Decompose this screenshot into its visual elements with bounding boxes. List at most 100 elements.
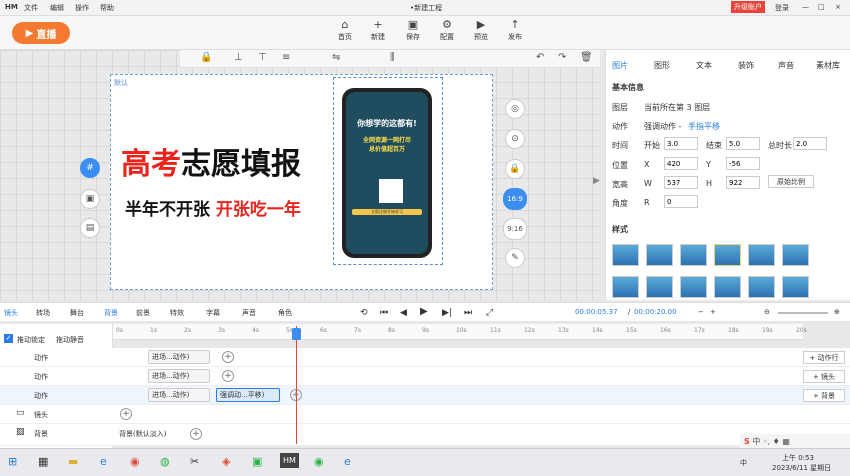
menu-edit[interactable]: 编辑	[50, 3, 64, 13]
flip-icon[interactable]: ⇋	[332, 52, 340, 63]
style-thumb[interactable]	[714, 276, 741, 298]
ime-indicator[interactable]: 中	[740, 458, 747, 468]
play-icon[interactable]: ▶	[420, 306, 428, 317]
timeline-clip[interactable]: 背景(默认淡入)	[116, 427, 182, 441]
lock-stage-icon[interactable]: 🔒	[505, 159, 525, 179]
style-thumb[interactable]	[680, 276, 707, 298]
zoom-out-icon[interactable]: ⊖	[764, 308, 770, 316]
headline[interactable]: 高考志愿填报	[121, 139, 301, 183]
phone-selection[interactable]: 你想学的这都有! 全网资源一网打尽 总价值超百万 立即注册开始学习	[333, 77, 443, 265]
playhead[interactable]	[296, 326, 297, 444]
add-clip-button[interactable]: +	[190, 428, 202, 440]
maximize-icon[interactable]: □	[818, 3, 825, 11]
style-thumb[interactable]	[612, 244, 639, 266]
style-thumb[interactable]	[646, 276, 673, 298]
add-action-row-button[interactable]: + 动作行	[803, 351, 845, 364]
ime-toolbar[interactable]: S 中 ◦, ♦ ▦	[740, 434, 850, 448]
ratio-16-9-button[interactable]: 16:9	[503, 188, 527, 210]
tool-background[interactable]: 背景	[104, 308, 118, 318]
app-icon[interactable]: ▣	[252, 455, 262, 468]
upgrade-button[interactable]: 升级账户	[731, 1, 765, 13]
home-button[interactable]: ⌂ 首页	[330, 18, 360, 48]
capcut-icon[interactable]: ✂	[190, 455, 199, 468]
x-input[interactable]	[664, 157, 698, 170]
zoom-slider[interactable]	[778, 312, 828, 314]
menu-file[interactable]: 文件	[24, 3, 38, 13]
style-thumb[interactable]	[748, 276, 775, 298]
live-button[interactable]: ▶ 直播	[12, 22, 70, 44]
fullscreen-icon[interactable]: ⤢	[486, 308, 493, 318]
grid-button[interactable]: #	[80, 158, 100, 178]
login-link[interactable]: 登录	[775, 3, 789, 13]
minimize-icon[interactable]: —	[802, 3, 809, 11]
align-left-icon[interactable]: ⊥	[234, 52, 243, 63]
menu-action[interactable]: 操作	[75, 3, 89, 13]
original-ratio-button[interactable]: 原始比例	[768, 175, 814, 188]
undo-icon[interactable]: ↶	[536, 52, 544, 63]
chrome-icon[interactable]: ◉	[130, 455, 140, 468]
tab-shape[interactable]: 图形	[654, 60, 670, 71]
zoom-plus-icon[interactable]: +	[710, 308, 716, 316]
style-thumb[interactable]	[714, 244, 741, 266]
end-input[interactable]	[726, 137, 760, 150]
align-center-icon[interactable]: ≡	[282, 52, 290, 63]
hm-app-icon[interactable]: HM	[280, 453, 299, 468]
height-input[interactable]	[726, 176, 760, 189]
skip-back-icon[interactable]: ⏮	[380, 308, 388, 318]
tab-decor[interactable]: 装饰	[738, 60, 754, 71]
folder-icon[interactable]: ▬	[68, 455, 78, 468]
ratio-9-16-button[interactable]: 9:16	[503, 218, 527, 240]
redo-icon[interactable]: ↷	[558, 52, 566, 63]
step-forward-icon[interactable]: ▶|	[442, 308, 452, 318]
style-thumb[interactable]	[782, 244, 809, 266]
timeline-clip[interactable]: 进场...动作)	[148, 369, 210, 383]
preview-button[interactable]: ▶ 预览	[466, 18, 496, 48]
style-thumb[interactable]	[748, 244, 775, 266]
tool-transition[interactable]: 转场	[36, 308, 50, 318]
zoom-minus-icon[interactable]: −	[698, 308, 704, 316]
loop-icon[interactable]: ⟲	[360, 308, 368, 318]
action-link[interactable]: 手指平移	[688, 121, 720, 132]
edge-icon[interactable]: e	[100, 455, 107, 468]
y-input[interactable]	[726, 157, 760, 170]
tool-character[interactable]: 角色	[278, 308, 292, 318]
tool-foreground[interactable]: 前景	[136, 308, 150, 318]
lock-icon[interactable]: 🔒	[200, 52, 212, 63]
stage[interactable]: 默认 高考志愿填报 半年不开张 开张吃一年 你想学的这都有! 全网资源一网打尽 …	[110, 74, 493, 290]
start-input[interactable]	[664, 137, 698, 150]
zoom-in-icon[interactable]: ⊕	[834, 308, 840, 316]
duration-input[interactable]	[793, 137, 827, 150]
tab-image[interactable]: 图片	[612, 60, 628, 71]
timeline-clip-selected[interactable]: 强调动...平移)	[216, 388, 280, 402]
new-button[interactable]: + 新建	[363, 18, 393, 48]
distribute-icon[interactable]: ⫼	[390, 52, 395, 63]
style-thumb[interactable]	[680, 244, 707, 266]
target-icon[interactable]: ⊙	[505, 129, 525, 149]
config-button[interactable]: ⚙ 配置	[432, 18, 462, 48]
tab-text[interactable]: 文本	[696, 60, 712, 71]
close-icon[interactable]: ×	[835, 3, 841, 11]
app-icon[interactable]: ◉	[314, 455, 324, 468]
tab-library[interactable]: 素材库	[816, 60, 840, 71]
tool-camera[interactable]: 镜头	[4, 308, 18, 318]
tool-sound[interactable]: 声音	[242, 308, 256, 318]
style-thumb[interactable]	[646, 244, 673, 266]
tool-stage[interactable]: 舞台	[70, 308, 84, 318]
edge-dev-icon[interactable]: e	[344, 455, 351, 468]
add-clip-button[interactable]: +	[120, 408, 132, 420]
subheadline[interactable]: 半年不开张 开张吃一年	[125, 195, 301, 220]
timeline-clip[interactable]: 进场...动作)	[148, 388, 210, 402]
timeline-clip[interactable]: 进场...动作)	[148, 350, 210, 364]
add-background-button[interactable]: + 背景	[803, 389, 845, 402]
screenshot-icon[interactable]: ◎	[505, 99, 525, 119]
add-camera-button[interactable]: + 镜头	[803, 370, 845, 383]
align-top-icon[interactable]: ⊤	[258, 52, 267, 63]
style-thumb[interactable]	[782, 276, 809, 298]
tab-sound[interactable]: 声音	[778, 60, 794, 71]
task-view-icon[interactable]: ▦	[38, 455, 48, 468]
app-icon[interactable]: ◈	[222, 455, 230, 468]
playhead-handle[interactable]	[292, 328, 301, 340]
style-thumb[interactable]	[612, 276, 639, 298]
collapse-panel-icon[interactable]: ▶	[593, 176, 600, 186]
delete-icon[interactable]: 🗑	[580, 52, 593, 63]
